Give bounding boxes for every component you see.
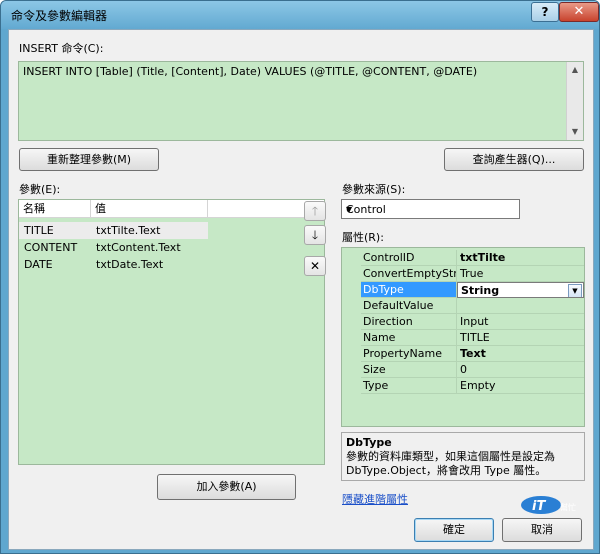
chevron-down-icon: ▼ (346, 205, 353, 214)
property-row[interactable]: ControlID txtTilte (342, 250, 584, 266)
property-value[interactable]: Input (457, 314, 584, 330)
property-value[interactable] (457, 298, 584, 314)
property-value[interactable]: Text (457, 346, 584, 362)
description-title: DbType (346, 436, 392, 449)
property-value: String (461, 284, 500, 297)
property-value[interactable]: Empty (457, 378, 584, 394)
property-name: DefaultValue (361, 298, 457, 314)
parameter-row[interactable]: DATE txtDate.Text (19, 256, 324, 273)
ok-button[interactable]: 確定 (414, 518, 494, 542)
parameters-label: 參數(E): (19, 183, 61, 196)
delete-icon: ✕ (309, 259, 321, 273)
column-header-name[interactable]: 名稱 (19, 200, 91, 217)
parameter-row[interactable]: CONTENT txtContent.Text (19, 239, 324, 256)
parameter-value: txtTilte.Text (96, 224, 161, 237)
move-down-button[interactable]: 🡓 (304, 225, 326, 245)
parameter-name: CONTENT (24, 241, 78, 254)
property-row[interactable]: ConvertEmptyString True (342, 266, 584, 282)
source-label: 參數來源(S): (342, 183, 406, 196)
parameter-row[interactable]: TITLE txtTilte.Text (19, 222, 324, 239)
property-name: ConvertEmptyString (361, 266, 457, 282)
move-up-button[interactable]: 🡑 (304, 201, 326, 221)
property-value[interactable]: txtTilte (457, 250, 584, 266)
property-name: ControlID (361, 250, 457, 266)
property-name: PropertyName (361, 346, 457, 362)
logo-graphic: iT 幫忙 (521, 496, 576, 514)
window-title: 命令及參數編輯器 (11, 9, 108, 23)
parameter-name: DATE (24, 258, 53, 271)
logo-text: iT (532, 499, 546, 514)
property-row[interactable]: Name TITLE (342, 330, 584, 346)
command-text: INSERT INTO [Table] (Title, [Content], D… (23, 65, 478, 78)
description-text: 參數的資料庫類型，如果這個屬性是設定為 DbType.Object，將會改用 T… (346, 450, 555, 477)
properties-label: 屬性(R): (342, 231, 384, 244)
parameter-value: txtContent.Text (96, 241, 181, 254)
parameter-name: TITLE (24, 224, 54, 237)
title-bar[interactable]: 命令及參數編輯器 ? ✕ (1, 1, 599, 29)
cancel-button[interactable]: 取消 (502, 518, 582, 542)
help-button[interactable]: ? (531, 2, 559, 22)
dialog-body: INSERT 命令(C): INSERT INTO [Table] (Title… (8, 29, 594, 550)
logo-subtext: 幫忙 (560, 502, 576, 512)
property-row[interactable]: PropertyName Text (342, 346, 584, 362)
scroll-down-icon[interactable]: ▼ (567, 124, 583, 140)
property-value-editor[interactable]: String ▼ (457, 282, 584, 298)
scroll-up-icon[interactable]: ▲ (567, 62, 583, 78)
property-row[interactable]: Direction Input (342, 314, 584, 330)
parameters-header: 名稱 值 (19, 200, 324, 218)
arrow-up-icon: 🡑 (311, 204, 319, 218)
property-value[interactable]: TITLE (457, 330, 584, 346)
command-scrollbar[interactable]: ▲ ▼ (566, 62, 583, 140)
parameter-value: txtDate.Text (96, 258, 164, 271)
property-name: Direction (361, 314, 457, 330)
query-builder-button[interactable]: 查詢產生器(Q)... (444, 148, 584, 171)
command-label: INSERT 命令(C): (19, 42, 104, 55)
property-name: Size (361, 362, 457, 378)
dropdown-arrow-icon[interactable]: ▼ (568, 284, 582, 297)
hide-advanced-properties-link[interactable]: 隱藏進階屬性 (342, 491, 408, 507)
property-description-panel: DbType 參數的資料庫類型，如果這個屬性是設定為 DbType.Object… (341, 432, 585, 481)
add-parameter-button[interactable]: 加入參數(A) (157, 474, 296, 500)
property-row[interactable]: Type Empty (342, 378, 584, 394)
property-name: DbType (361, 282, 457, 298)
delete-parameter-button[interactable]: ✕ (304, 256, 326, 276)
property-row[interactable]: Size 0 (342, 362, 584, 378)
refresh-parameters-button[interactable]: 重新整理參數(M) (19, 148, 159, 171)
parameters-list[interactable]: 名稱 值 TITLE txtTilte.Text CONTENT txtCont… (18, 199, 325, 465)
dialog-window: 命令及參數編輯器 ? ✕ INSERT 命令(C): INSERT INTO [… (0, 0, 600, 554)
property-row[interactable]: DefaultValue (342, 298, 584, 314)
ithome-logo: iT 幫忙 (519, 493, 579, 515)
close-button[interactable]: ✕ (559, 2, 599, 22)
property-grid[interactable]: ControlID txtTilte ConvertEmptyString Tr… (341, 247, 585, 427)
arrow-down-icon: 🡓 (311, 228, 319, 242)
column-header-value[interactable]: 值 (91, 200, 208, 217)
insert-command-textbox[interactable]: INSERT INTO [Table] (Title, [Content], D… (18, 61, 584, 141)
property-name: Type (361, 378, 457, 394)
property-name: Name (361, 330, 457, 346)
property-row-selected[interactable]: DbType String ▼ (342, 282, 584, 298)
property-value[interactable]: 0 (457, 362, 584, 378)
parameter-source-select[interactable]: Control ▼ (341, 199, 520, 219)
property-value[interactable]: True (457, 266, 584, 282)
